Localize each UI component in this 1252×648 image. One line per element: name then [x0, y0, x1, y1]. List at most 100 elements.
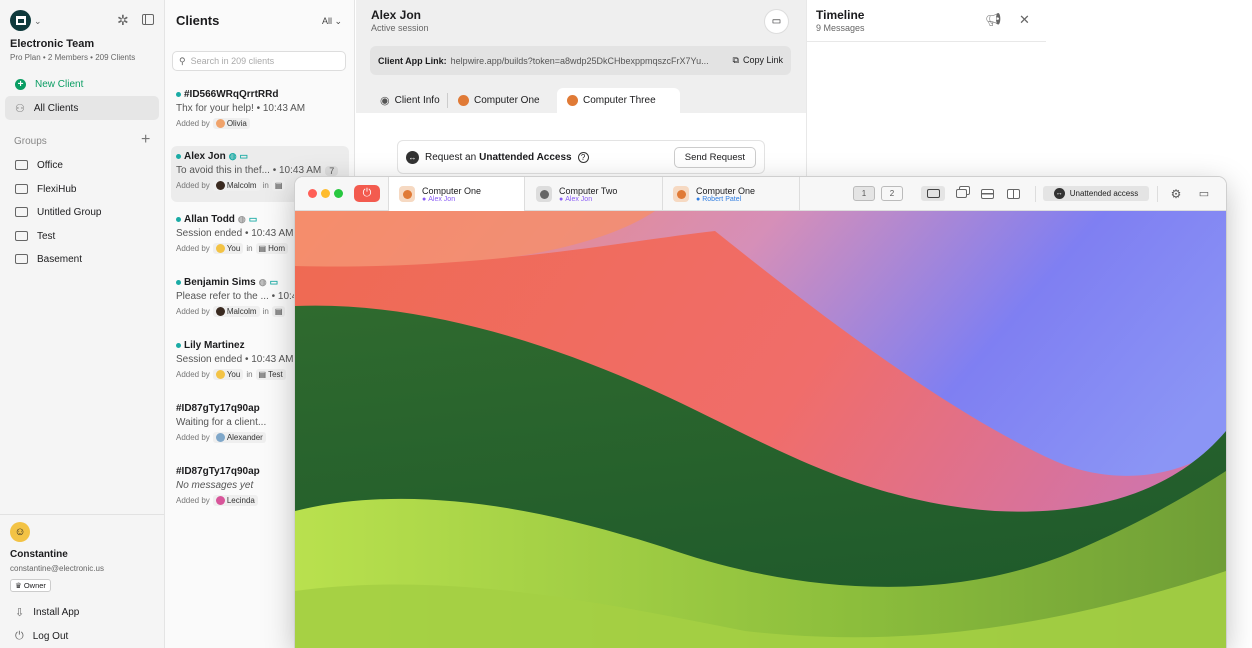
fit-window-button[interactable] [921, 186, 945, 201]
client-title: Allan Todd [184, 214, 235, 225]
unread-badge: 7 [325, 165, 339, 176]
user-chip-label: Lecinda [226, 496, 255, 505]
power-icon: ⏻ [362, 187, 372, 199]
request-prefix: Request an [425, 151, 477, 163]
sidebar-item-group[interactable]: Basement [5, 247, 159, 271]
sidebar-item-group[interactable]: Test [5, 224, 159, 248]
split-vertical-button[interactable] [1001, 186, 1025, 201]
monitor-icon: ▭ [248, 214, 258, 224]
close-icon[interactable]: ✕ [1019, 12, 1030, 28]
viewer-tab[interactable]: Computer One ● Robert Patel [663, 177, 800, 211]
sidebar-item-group[interactable]: FlexiHub [5, 177, 159, 201]
copy-link-button[interactable]: ⧉ Copy Link [733, 55, 783, 66]
remote-access-icon: ↔ [406, 150, 419, 164]
tab-computer-three[interactable]: Computer Three [557, 88, 680, 113]
os-icon: ◍ [228, 151, 237, 161]
add-group-icon[interactable]: + [141, 131, 150, 149]
online-dot [176, 92, 181, 97]
megaphone-icon[interactable]: 📢︎ [985, 12, 1002, 28]
online-dot [176, 280, 181, 285]
settings-button[interactable]: ⚙ [1165, 186, 1187, 201]
plus-icon: + [15, 78, 26, 90]
user-circle-icon: ◉ [380, 95, 390, 107]
added-by-label: Added by [176, 119, 210, 128]
client-message: To avoid this in thef... • 10:43 AM [176, 165, 322, 176]
tab-client-info[interactable]: ◉ Client Info [370, 88, 450, 113]
remote-access-icon: ↔ [1053, 188, 1065, 199]
tab-label: Computer One [474, 95, 540, 106]
session-status: Active session [371, 23, 429, 33]
list-item[interactable]: #ID566WRqQrrtRRd Thx for your help! • 10… [171, 84, 349, 140]
close-window-icon[interactable] [308, 189, 317, 198]
download-icon: ⇩ [15, 606, 25, 619]
avatar[interactable]: ☺ [10, 522, 30, 542]
avatar [215, 370, 225, 379]
split-vertical-icon [1006, 188, 1020, 199]
client-title: #ID566WRqQrrtRRd [184, 89, 279, 100]
monitor-icon: ▭ [269, 277, 279, 287]
chat-button[interactable]: ▭ [764, 9, 789, 34]
monitor-1-button[interactable]: 1 [853, 186, 875, 201]
minimize-window-icon[interactable] [321, 189, 330, 198]
divider [806, 41, 1046, 42]
user-name: Constantine [10, 549, 68, 560]
sidebar-item-group[interactable]: Untitled Group [5, 200, 159, 224]
overlap-view-button[interactable] [949, 186, 973, 201]
gear-icon[interactable]: ✲ [117, 12, 129, 29]
avatar [215, 181, 225, 190]
in-label: in [246, 244, 253, 253]
plan-info: Pro Plan • 2 Members • 209 Clients [10, 53, 136, 62]
search-input[interactable]: ⚲ Search in 209 clients [172, 51, 346, 71]
user-chip-label: Alexander [226, 433, 263, 442]
chat-button[interactable]: ▭ [1193, 186, 1215, 201]
toolbar-divider [1157, 186, 1158, 202]
logout-button[interactable]: ⏻ Log Out [5, 624, 159, 648]
in-label: in [262, 307, 269, 316]
folder-icon [15, 160, 28, 170]
group-chip: ▤ Test [255, 369, 286, 380]
chevron-down-icon: ⌄ [334, 16, 343, 26]
monitor-label: 2 [889, 189, 895, 198]
install-label: Install App [33, 606, 80, 618]
sidebar-item-all-clients[interactable]: ⚇ All Clients [5, 96, 159, 120]
team-logo-icon[interactable] [10, 10, 31, 31]
filter-dropdown[interactable]: All ⌄ [322, 16, 342, 27]
install-app-button[interactable]: ⇩ Install App [5, 600, 159, 624]
link-label: Client App Link: [378, 55, 447, 66]
monitor-2-button[interactable]: 2 [881, 186, 903, 201]
in-label: in [246, 370, 253, 379]
send-request-button[interactable]: Send Request [673, 146, 756, 168]
chevron-down-icon[interactable]: ⌄ [34, 16, 42, 27]
help-icon[interactable]: ? [577, 151, 589, 163]
maximize-window-icon[interactable] [334, 189, 343, 198]
user-icon: ● [559, 195, 564, 203]
user-chip: Malcolm [212, 180, 260, 191]
new-client-button[interactable]: + New Client [5, 72, 159, 96]
viewer-tab[interactable]: Computer One ● Alex Jon [388, 177, 525, 211]
chat-icon: ▤ [258, 370, 267, 379]
link-url[interactable]: helpwire.app/builds?token=a8wdp25DkCHbex… [451, 56, 721, 66]
group-chip-label: Hom [268, 244, 285, 253]
unattended-label: Unattended access [1069, 189, 1139, 198]
group-chip: ▤ Hom [255, 243, 288, 254]
tab-computer-one[interactable]: Computer One [448, 88, 550, 113]
client-title: Benjamin Sims [184, 277, 256, 288]
remote-desktop-wallpaper[interactable] [295, 211, 1226, 648]
unattended-access-button[interactable]: ↔ Unattended access [1043, 186, 1149, 201]
sidebar-toggle-icon[interactable] [142, 14, 154, 25]
timeline-count: 9 Messages [816, 23, 865, 33]
split-horizontal-button[interactable] [975, 186, 999, 201]
folder-icon [15, 207, 28, 217]
os-icon: ◍ [237, 214, 246, 224]
chat-icon: ▭ [1198, 188, 1210, 200]
sidebar-item-group[interactable]: Office [5, 153, 159, 177]
os-icon: ◍ [258, 277, 267, 287]
added-by-label: Added by [176, 370, 210, 379]
windows-icon [955, 189, 967, 198]
folder-icon [15, 184, 28, 194]
added-by-label: Added by [176, 307, 210, 316]
online-dot [176, 343, 181, 348]
disconnect-button[interactable]: ⏻ [354, 185, 380, 202]
folder-icon [15, 254, 28, 264]
viewer-tab[interactable]: Computer Two ● Alex Jon [526, 177, 663, 211]
